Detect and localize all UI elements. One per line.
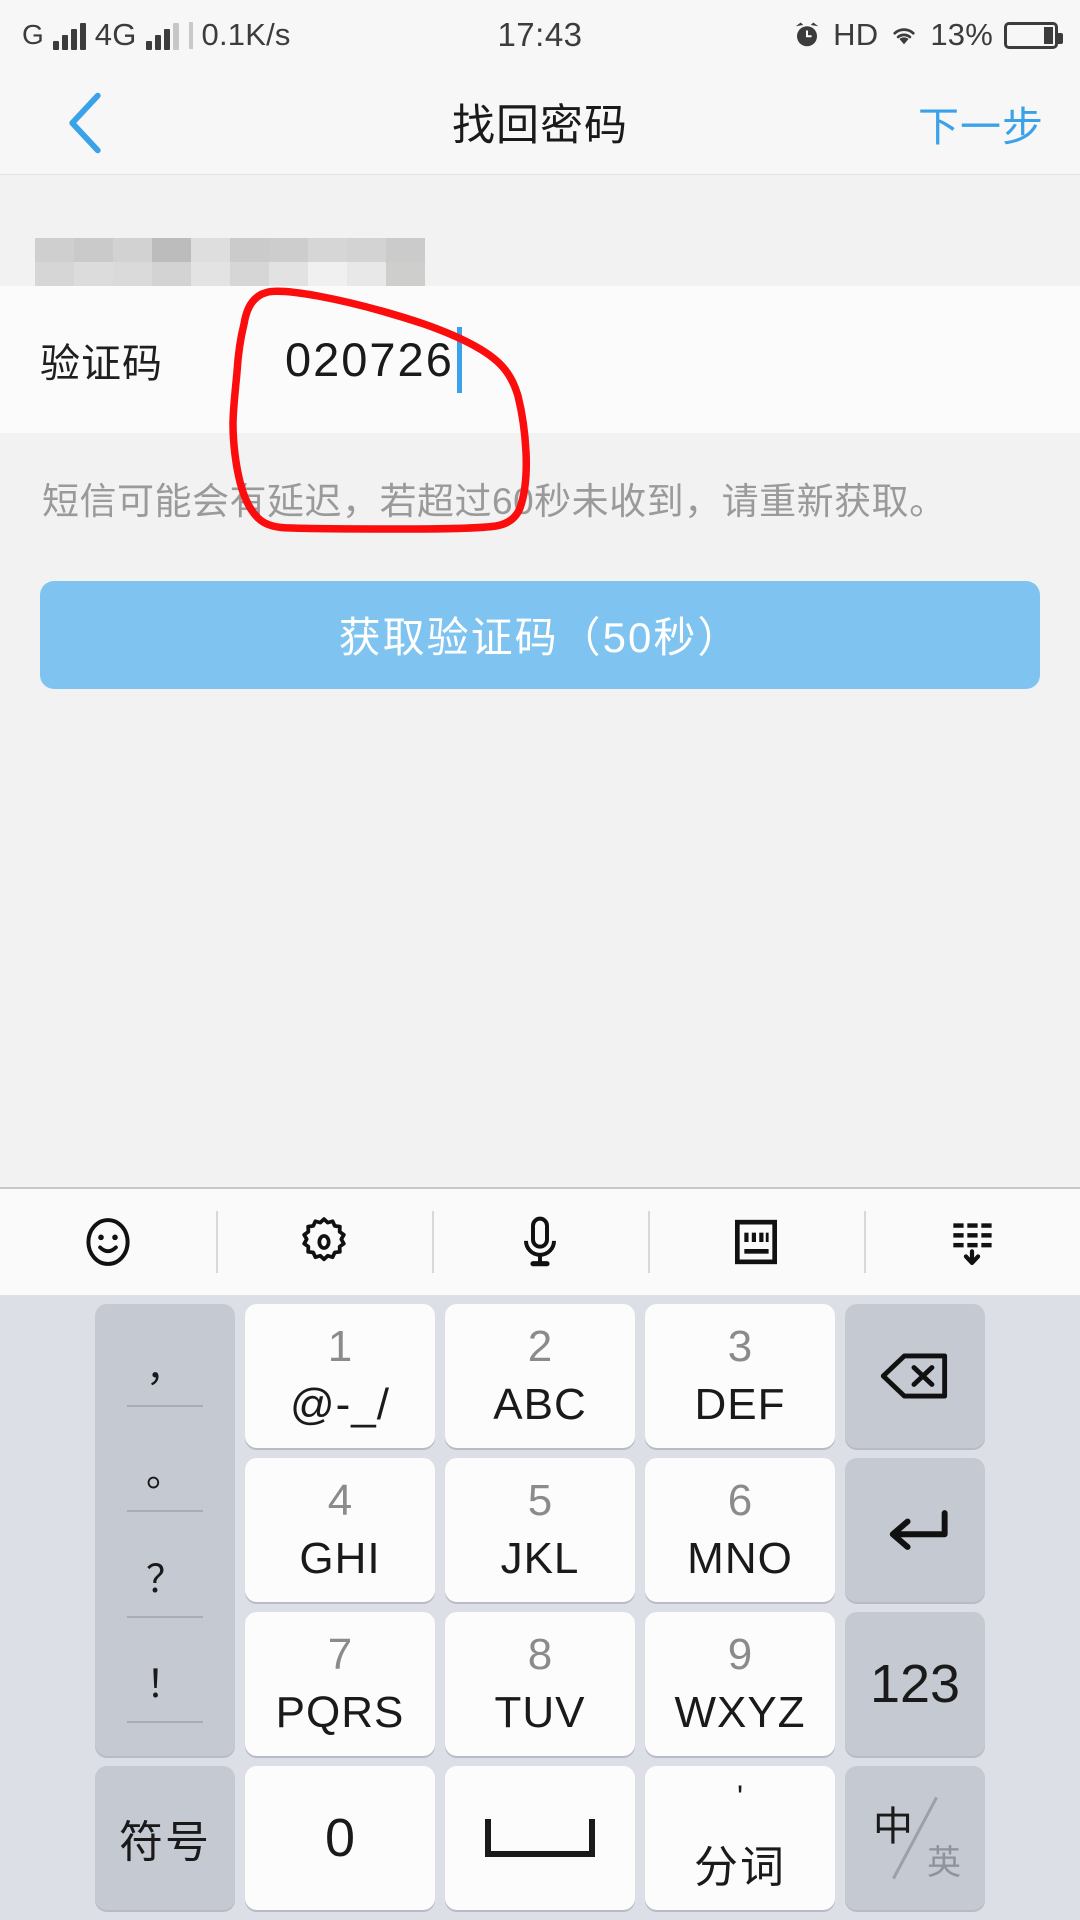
key-5-letters: JKL (500, 1534, 580, 1583)
space-bar-icon (485, 1819, 595, 1857)
punct-period[interactable]: 。 (95, 1452, 235, 1513)
key-2[interactable]: 2 ABC (445, 1304, 635, 1448)
key-7[interactable]: 7 PQRS (245, 1612, 435, 1756)
keyboard: ， 。 ？ ！ 1 @-_/ 2 ABC 3 DEF 4 GHI 5 JKL 6… (0, 1187, 1080, 1920)
key-5-number: 5 (527, 1476, 553, 1525)
key-7-letters: PQRS (275, 1688, 405, 1737)
punct-exclaim-char: ！ (145, 1664, 184, 1707)
hide-keyboard-icon (953, 1223, 992, 1266)
main-content: 验证码 020726 短信可能会有延迟，若超过60秒未收到，请重新获取。 获取验… (0, 175, 1080, 689)
punct-comma[interactable]: ， (95, 1347, 235, 1407)
key-backspace[interactable] (845, 1304, 985, 1448)
key-8-letters: TUV (494, 1688, 586, 1737)
key-5[interactable]: 5 JKL (445, 1458, 635, 1602)
verification-code-input[interactable]: 020726 (245, 326, 1040, 393)
hd-label: HD (833, 17, 879, 52)
key-0-label: 0 (324, 1808, 356, 1868)
key-fenci[interactable]: ' 分词 (645, 1766, 835, 1910)
key-4[interactable]: 4 GHI (245, 1458, 435, 1602)
keyboard-icon (735, 1219, 777, 1265)
key-3-number: 3 (727, 1322, 753, 1371)
keyboard-layout-button[interactable] (648, 1189, 864, 1295)
key-1-letters: @-_/ (289, 1380, 390, 1429)
key-8-number: 8 (527, 1630, 553, 1679)
key-8[interactable]: 8 TUV (445, 1612, 635, 1756)
alarm-clock-icon (792, 20, 822, 50)
voice-input-button[interactable] (432, 1189, 648, 1295)
sms-delay-hint: 短信可能会有延迟，若超过60秒未收到，请重新获取。 (42, 481, 947, 522)
punct-divider (127, 1510, 203, 1513)
get-verification-code-button[interactable]: 获取验证码（50秒） (40, 580, 1040, 689)
status-bar-right: HD 13% (792, 0, 1063, 70)
chevron-left-icon (69, 92, 101, 153)
key-9[interactable]: 9 WXYZ (645, 1612, 835, 1756)
enter-icon (889, 1510, 948, 1550)
key-6-letters: MNO (687, 1534, 793, 1583)
punct-question[interactable]: ？ (95, 1558, 235, 1618)
back-button[interactable] (30, 70, 140, 175)
key-1-number: 1 (327, 1322, 353, 1371)
key-space[interactable] (445, 1766, 635, 1910)
emoji-button[interactable] (0, 1189, 216, 1295)
punct-period-char: 。 (145, 1453, 184, 1496)
key-symbols-label: 符号 (119, 1818, 211, 1867)
key-2-number: 2 (527, 1322, 553, 1371)
key-3[interactable]: 3 DEF (645, 1304, 835, 1448)
emoji-icon (86, 1218, 130, 1266)
key-0[interactable]: 0 (245, 1766, 435, 1910)
gear-icon (302, 1217, 346, 1262)
verification-code-value: 020726 (285, 333, 454, 386)
get-code-button-wrap: 获取验证码（50秒） (0, 529, 1080, 689)
punct-divider (127, 1615, 203, 1618)
backspace-icon (880, 1353, 948, 1399)
keyboard-toolbar (0, 1187, 1080, 1295)
settings-button[interactable] (216, 1189, 432, 1295)
key-9-number: 9 (727, 1630, 753, 1679)
verification-code-label: 验证码 (40, 341, 163, 386)
page-title: 找回密码 (452, 102, 628, 150)
microphone-icon (524, 1216, 556, 1267)
key-123[interactable]: 123 (845, 1612, 985, 1756)
punct-question-char: ？ (145, 1558, 184, 1601)
wifi-icon (889, 20, 919, 50)
battery-icon (1004, 21, 1063, 49)
key-language-zh: 中 (873, 1805, 913, 1849)
key-6-number: 6 (727, 1476, 753, 1525)
next-step-button[interactable]: 下一步 (918, 70, 1044, 175)
punct-exclaim[interactable]: ！ (95, 1663, 235, 1724)
key-123-label: 123 (869, 1654, 961, 1714)
punct-comma-char: ， (145, 1347, 184, 1390)
key-7-number: 7 (327, 1630, 353, 1679)
masked-phone-row[interactable] (0, 175, 1080, 286)
status-bar: G 4G 0.1K/s 17:43 HD 13% (0, 0, 1080, 70)
punctuation-key[interactable]: ， 。 ？ ！ (95, 1304, 235, 1756)
key-4-letters: GHI (299, 1534, 381, 1583)
keyboard-keys: ， 。 ？ ！ 1 @-_/ 2 ABC 3 DEF 4 GHI 5 JKL 6… (0, 1295, 1080, 1920)
key-language-en: 英 (927, 1844, 961, 1882)
key-symbols[interactable]: 符号 (95, 1766, 235, 1910)
key-1[interactable]: 1 @-_/ (245, 1304, 435, 1448)
punct-divider (127, 1404, 203, 1407)
key-fenci-apostrophe: ' (736, 1779, 744, 1815)
nav-bar: 找回密码 下一步 (0, 70, 1080, 175)
key-fenci-label: 分词 (694, 1843, 786, 1892)
text-cursor (456, 326, 462, 393)
hide-keyboard-button[interactable] (864, 1189, 1080, 1295)
mosaic-censor-block (35, 238, 425, 286)
key-9-letters: WXYZ (674, 1688, 806, 1737)
key-enter[interactable] (845, 1458, 985, 1602)
verification-code-row[interactable]: 验证码 020726 (0, 286, 1080, 433)
key-language-toggle[interactable]: 中 英 (845, 1766, 985, 1910)
battery-percent-label: 13% (930, 17, 993, 52)
key-6[interactable]: 6 MNO (645, 1458, 835, 1602)
key-4-number: 4 (327, 1476, 353, 1525)
key-2-letters: ABC (493, 1380, 587, 1429)
key-3-letters: DEF (694, 1380, 786, 1429)
punct-divider (127, 1721, 203, 1724)
